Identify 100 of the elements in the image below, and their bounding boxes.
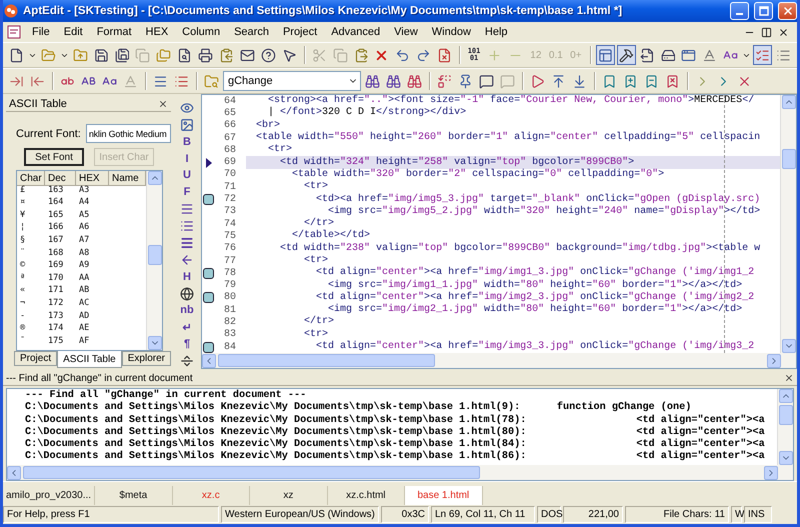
format-button[interactable]: U [177,168,197,184]
menu-item[interactable]: Project [276,26,324,38]
column-header[interactable]: Char [17,171,45,186]
panel-tab[interactable]: Project [14,351,58,366]
font-icon[interactable] [702,48,718,62]
print-preview-icon[interactable] [177,48,192,62]
minimize-button[interactable] [730,2,749,20]
horizontal-scrollbar[interactable] [7,465,793,480]
menu-item[interactable]: Format [90,26,139,38]
menu-item[interactable]: Help [478,26,515,38]
redo-icon[interactable] [416,48,432,62]
menu-item[interactable]: Advanced [324,26,388,38]
vertical-scrollbar[interactable] [146,171,162,350]
column-header[interactable]: Dec [45,171,76,186]
menu-item[interactable]: Window [424,26,478,38]
scroll-thumb[interactable] [218,354,435,367]
format-button[interactable]: nb [177,302,197,318]
pin-icon[interactable] [458,74,473,88]
panel-button[interactable]: Set Font [24,148,84,166]
result-location[interactable]: C:\Documents and Settings\Milos Knezevic\My Documents\tmp\sk-temp\base 1.html(86): [25,451,557,464]
menu-item[interactable]: HEX [138,26,176,38]
folders-icon[interactable] [156,48,172,62]
menu-item[interactable]: Edit [56,26,90,38]
font-label: Current Font: [16,128,81,140]
preview-icon[interactable] [180,100,194,115]
close-icon[interactable] [784,373,794,383]
find-previous-icon[interactable] [407,74,422,88]
indent-icon[interactable] [9,74,24,88]
globe-icon[interactable] [180,286,194,301]
format-button[interactable]: ¶ [177,336,197,352]
horizontal-scrollbar[interactable] [202,353,796,368]
next-bookmark-icon[interactable] [623,74,638,88]
document-tab[interactable]: base 1.html [405,486,483,505]
find-next-icon[interactable] [386,74,401,88]
vertical-scrollbar[interactable] [777,389,793,465]
result-location[interactable]: C:\Documents and Settings\Milos Knezevic\My Documents\tmp\sk-temp\base 1.html(78): [25,414,557,427]
clear-bookmark-icon[interactable] [665,74,680,88]
align-right-icon[interactable] [180,219,194,234]
menu-item[interactable]: Search [227,26,276,38]
bookmark-marker[interactable] [203,292,214,304]
panel-tab[interactable]: ASCII Table [57,351,122,368]
vertical-scrollbar[interactable] [780,95,796,353]
format-button[interactable]: H [177,268,197,285]
menu-item[interactable]: Column [175,26,228,38]
scroll-thumb[interactable] [23,466,480,479]
align-list-icon[interactable] [174,74,189,88]
scroll-thumb[interactable] [782,149,796,169]
panel-title: --- Find all "gChange" in current document [6,372,193,384]
message-icon[interactable] [479,74,494,88]
undo-icon[interactable] [395,48,410,62]
bookmark-icon[interactable] [602,74,617,88]
result-location[interactable]: C:\Documents and Settings\Milos Knezevic\My Documents\tmp\sk-temp\base 1.html(9): [25,402,557,415]
maximize-button[interactable] [754,2,773,20]
go-icon[interactable] [530,74,545,88]
format-button[interactable]: B [177,134,197,150]
format-button[interactable]: ↵ [177,319,197,336]
outdent-icon[interactable] [30,74,45,88]
panel-tab[interactable]: Explorer [122,351,171,366]
move-up-icon[interactable] [551,74,566,88]
search-field[interactable]: gChange [223,71,361,91]
document-tab[interactable]: amilo_pro_v2030... [3,486,96,505]
column-header[interactable]: Name [109,171,146,186]
justify-icon[interactable] [180,236,194,250]
move-down-icon[interactable] [572,74,587,88]
mail-icon[interactable] [240,48,255,62]
restore-icon[interactable] [761,26,772,38]
menu-item[interactable]: File [25,26,57,38]
export-icon[interactable] [640,48,655,62]
column-header[interactable]: HEX [76,171,109,186]
scroll-thumb[interactable] [148,245,162,265]
bookmark-marker[interactable] [203,268,214,279]
scroll-thumb[interactable] [778,405,792,425]
result-location[interactable]: C:\Documents and Settings\Milos Knezevic\My Documents\tmp\sk-temp\base 1.html(80): [25,426,557,440]
printer-icon[interactable] [198,48,214,62]
save-all-icon[interactable] [114,48,130,62]
save-icon[interactable] [94,48,109,62]
find-in-files-icon[interactable] [204,74,219,88]
align-center-icon[interactable] [180,202,194,216]
paste-icon[interactable] [354,48,368,62]
find-icon[interactable] [365,74,380,88]
result-location[interactable]: C:\Documents and Settings\Milos Knezevic\My Documents\tmp\sk-temp\base 1.html(84): [25,439,557,452]
previous-bookmark-icon[interactable] [644,74,659,88]
close-icon[interactable] [158,98,168,108]
format-button[interactable]: I [177,150,197,166]
bookmark-marker[interactable] [203,342,214,353]
new-file-icon[interactable] [9,48,24,62]
window-icon[interactable] [681,48,696,62]
font-field[interactable]: nklin Gothic Medium [86,124,171,143]
file-x-icon[interactable] [437,48,452,62]
text-lines-icon[interactable] [776,48,791,62]
menu-item[interactable]: View [387,26,425,38]
help-icon[interactable] [260,48,276,62]
format-button[interactable]: F [177,184,197,200]
image-icon[interactable] [180,118,194,132]
horizontal-rule-icon[interactable] [180,354,194,368]
clipboard-icon[interactable] [219,48,234,62]
align-icon[interactable] [153,74,168,88]
bookmark-marker[interactable] [203,194,214,206]
close-icon[interactable] [778,26,789,38]
close-button[interactable] [778,2,797,20]
